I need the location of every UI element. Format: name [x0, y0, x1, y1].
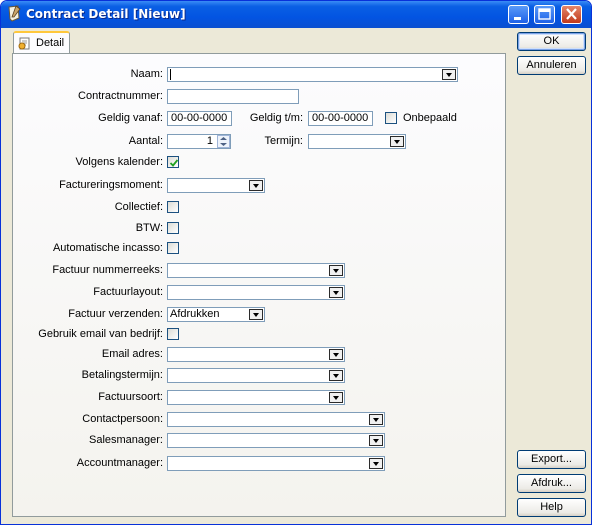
tab-label: Detail	[36, 37, 65, 49]
factuursoort-combo[interactable]	[167, 390, 345, 405]
factuur-verzenden-value: Afdrukken	[170, 308, 220, 320]
accountmanager-combo[interactable]	[167, 456, 385, 471]
betalingstermijn-label: Betalingstermijn:	[81, 369, 163, 381]
contractnummer-label: Contractnummer:	[78, 90, 163, 102]
chevron-down-icon[interactable]	[369, 414, 383, 425]
geldig-vanaf-label: Geldig vanaf:	[98, 112, 163, 124]
chevron-down-icon[interactable]	[329, 349, 343, 360]
document-icon	[18, 36, 32, 50]
chevron-down-icon[interactable]	[369, 458, 383, 469]
termijn-label: Termijn:	[264, 135, 303, 147]
export-button[interactable]: Export...	[517, 450, 586, 469]
minimize-button[interactable]	[508, 5, 529, 24]
salesmanager-combo[interactable]	[167, 433, 385, 448]
annuleren-button[interactable]: Annuleren	[517, 56, 586, 75]
chevron-down-icon[interactable]	[369, 435, 383, 446]
ok-button[interactable]: OK	[517, 32, 586, 51]
factureringsmoment-combo[interactable]	[167, 178, 265, 193]
email-adres-label: Email adres:	[101, 348, 163, 360]
btw-checkbox[interactable]	[167, 222, 179, 234]
chevron-down-icon[interactable]	[442, 69, 456, 80]
naam-label: Naam:	[130, 68, 163, 80]
factuur-nummerreeks-combo[interactable]	[167, 263, 345, 278]
chevron-down-icon[interactable]	[329, 370, 343, 381]
close-button[interactable]	[561, 5, 582, 24]
window-title: Contract Detail [Nieuw]	[26, 7, 186, 21]
aantal-label: Aantal:	[128, 135, 163, 147]
chevron-down-icon[interactable]	[329, 265, 343, 276]
app-icon	[6, 5, 22, 23]
factuur-nummerreeks-label: Factuur nummerreeks:	[52, 264, 163, 276]
geldig-tm-label: Geldig t/m:	[249, 112, 303, 124]
volgens-kalender-checkbox[interactable]	[167, 156, 179, 168]
aantal-value: 1	[206, 135, 213, 147]
help-button[interactable]: Help	[517, 498, 586, 517]
geldig-vanaf-field[interactable]: 00-00-0000	[167, 111, 232, 126]
accountmanager-label: Accountmanager:	[76, 457, 163, 469]
collectief-checkbox[interactable]	[167, 201, 179, 213]
termijn-combo[interactable]	[308, 134, 406, 149]
contract-detail-window: Contract Detail [Nieuw] Detail Naam: Con…	[0, 0, 592, 525]
spinner-arrows-icon[interactable]	[217, 135, 230, 148]
contractnummer-field[interactable]	[167, 89, 299, 104]
maximize-button[interactable]	[534, 5, 555, 24]
betalingstermijn-combo[interactable]	[167, 368, 345, 383]
text-cursor	[170, 69, 171, 80]
factuur-verzenden-label: Factuur verzenden:	[68, 308, 163, 320]
chevron-down-icon[interactable]	[249, 180, 263, 191]
factuur-verzenden-combo[interactable]: Afdrukken	[167, 307, 265, 322]
volgens-kalender-label: Volgens kalender:	[75, 156, 163, 168]
chevron-down-icon[interactable]	[390, 136, 404, 147]
automatische-incasso-label: Automatische incasso:	[52, 242, 163, 254]
salesmanager-label: Salesmanager:	[89, 434, 163, 446]
contactpersoon-label: Contactpersoon:	[82, 413, 163, 425]
checkmark-icon	[169, 159, 179, 167]
factuurlayout-combo[interactable]	[167, 285, 345, 300]
contactpersoon-combo[interactable]	[167, 412, 385, 427]
title-bar[interactable]: Contract Detail [Nieuw]	[1, 1, 591, 28]
geldig-tm-field[interactable]: 00-00-0000	[308, 111, 373, 126]
naam-combo[interactable]	[167, 67, 458, 82]
chevron-down-icon[interactable]	[329, 287, 343, 298]
afdruk-button[interactable]: Afdruk...	[517, 474, 586, 493]
chevron-down-icon[interactable]	[329, 392, 343, 403]
email-adres-combo[interactable]	[167, 347, 345, 362]
chevron-down-icon[interactable]	[249, 309, 263, 320]
factuurlayout-label: Factuurlayout:	[93, 286, 163, 298]
gebruik-email-label: Gebruik email van bedrijf:	[38, 328, 163, 340]
factureringsmoment-label: Factureringsmoment:	[59, 179, 163, 191]
automatische-incasso-checkbox[interactable]	[167, 242, 179, 254]
factuursoort-label: Factuursoort:	[98, 391, 163, 403]
collectief-label: Collectief:	[114, 201, 163, 213]
onbepaald-label: Onbepaald	[403, 112, 457, 124]
gebruik-email-checkbox[interactable]	[167, 328, 179, 340]
onbepaald-checkbox[interactable]	[385, 112, 397, 124]
tab-detail[interactable]: Detail	[13, 31, 70, 54]
btw-label: BTW:	[135, 222, 163, 234]
